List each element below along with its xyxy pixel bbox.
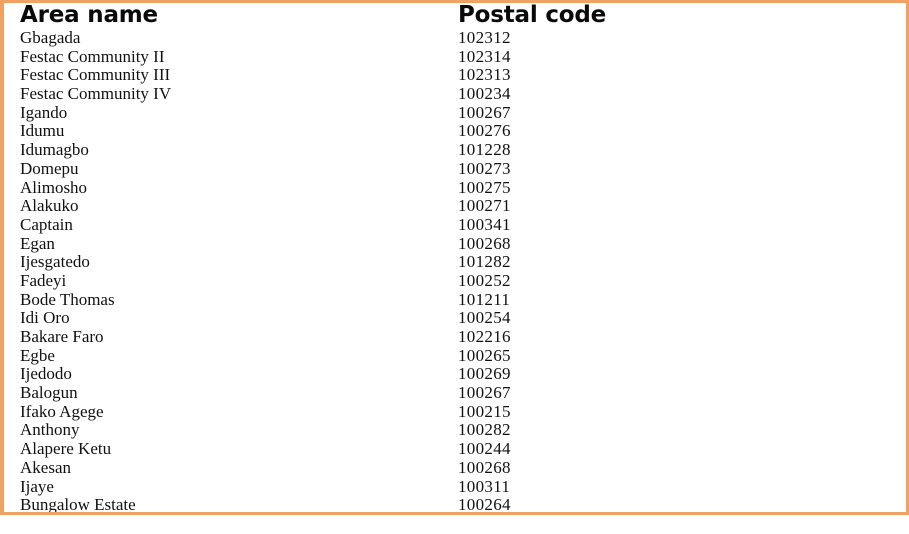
cell-postal-code: 102314 <box>458 46 511 66</box>
table-row: Bungalow Estate 100264 <box>4 495 906 515</box>
table-row: Ifako Agege 100215 <box>4 401 906 422</box>
cell-postal-code: 100267 <box>458 383 511 403</box>
cell-area-name: Alakuko <box>20 196 79 216</box>
cell-area-name: Alimosho <box>20 177 88 197</box>
page-root: Area name Postal code Gbagada 102312 Festa… <box>0 0 909 534</box>
cell-postal-code: 101228 <box>458 140 511 160</box>
cell-area-name: Ijedodo <box>20 364 72 384</box>
cell-postal-code: 100265 <box>458 345 511 365</box>
cell-area-name: Idumagbo <box>20 140 89 160</box>
cell-postal-code: 100268 <box>458 233 511 253</box>
cell-area-name: Ijaye <box>20 476 54 496</box>
cell-area-name: Balogun <box>20 383 78 403</box>
cell-area-name: Bakare Faro <box>20 327 104 346</box>
table-row: Gbagada 102312 <box>4 28 906 48</box>
cell-postal-code: 100269 <box>458 364 511 384</box>
cell-area-name: Captain <box>20 214 73 234</box>
cell-postal-code: 100234 <box>458 84 511 104</box>
cell-postal-code: 100268 <box>458 457 511 477</box>
table-inner: Area name Postal code Gbagada 102312 Festa… <box>4 3 906 512</box>
table-row: Akesan 100268 <box>4 457 906 478</box>
cell-postal-code: 100282 <box>458 420 511 440</box>
cell-postal-code: 101211 <box>458 289 511 309</box>
table-row: Ijesgatedo 101282 <box>4 253 906 272</box>
table-row: Festac Community IV 100234 <box>4 84 906 104</box>
table-row: Idumagbo 101228 <box>4 140 906 160</box>
cell-area-name: Bode Thomas <box>20 289 115 309</box>
table-row: Igando 100267 <box>4 102 906 123</box>
cell-postal-code: 102313 <box>458 65 511 85</box>
postal-code-table-card: Area name Postal code Gbagada 102312 Festa… <box>0 0 909 515</box>
cell-postal-code: 100276 <box>458 121 511 141</box>
table-row: Bakare Faro 102216 <box>4 327 906 347</box>
cell-area-name: Ifako Agege <box>20 401 104 421</box>
cell-postal-code: 100264 <box>458 495 511 515</box>
cell-area-name: Fadeyi <box>20 270 67 290</box>
cell-area-name: Bungalow Estate <box>20 495 136 515</box>
cell-area-name: Gbagada <box>20 28 81 47</box>
table-row: Idumu 100276 <box>4 122 906 141</box>
table-row: Egan 100268 <box>4 233 906 254</box>
cell-postal-code: 100341 <box>458 214 511 234</box>
table-row: Egbe 100265 <box>4 345 906 366</box>
page-margin-below-frame <box>0 515 909 534</box>
table-row: Idi Oro 100254 <box>4 309 906 328</box>
cell-postal-code: 101282 <box>458 252 511 272</box>
table-row: Alakuko 100271 <box>4 196 906 216</box>
cell-area-name: Alapere Ketu <box>20 439 112 459</box>
table-row: Bode Thomas 101211 <box>4 289 906 310</box>
table-row: Festac Community III 102313 <box>4 66 906 85</box>
table-header-row: Area name Postal code <box>4 3 906 30</box>
cell-postal-code: 100275 <box>458 177 511 197</box>
column-header-postal-code: Postal code <box>458 2 607 28</box>
cell-postal-code: 100254 <box>458 308 511 328</box>
cell-area-name: Festac Community II <box>20 46 165 66</box>
table-row: Balogun 100267 <box>4 383 906 403</box>
table-row: Domepu 100273 <box>4 158 906 179</box>
table-row: Alimosho 100275 <box>4 177 906 198</box>
cell-postal-code: 100311 <box>458 476 511 496</box>
table-row: Captain 100341 <box>4 214 906 235</box>
cell-area-name: Idi Oro <box>20 308 70 328</box>
cell-area-name: Idumu <box>20 121 65 141</box>
cell-postal-code: 102216 <box>458 327 511 346</box>
column-header-area-name: Area name <box>20 2 158 28</box>
cell-area-name: Egan <box>20 233 55 253</box>
cell-postal-code: 102312 <box>458 28 511 47</box>
cell-area-name: Ijesgatedo <box>20 252 90 272</box>
cell-area-name: Igando <box>20 102 68 122</box>
table-row: Festac Community II 102314 <box>4 46 906 67</box>
table-row: Fadeyi 100252 <box>4 270 906 291</box>
cell-area-name: Anthony <box>20 420 80 440</box>
cell-postal-code: 100271 <box>458 196 511 216</box>
cell-area-name: Egbe <box>20 345 55 365</box>
table-row: Ijedodo 100269 <box>4 365 906 384</box>
cell-area-name: Festac Community III <box>20 65 171 85</box>
table-row: Anthony 100282 <box>4 421 906 440</box>
table-row: Alapere Ketu 100244 <box>4 439 906 459</box>
cell-postal-code: 100267 <box>458 102 511 122</box>
cell-area-name: Domepu <box>20 158 79 178</box>
cell-area-name: Akesan <box>20 457 71 477</box>
table-body: Gbagada 102312 Festac Community II 102314 Fe… <box>4 28 906 515</box>
cell-postal-code: 100244 <box>458 439 511 459</box>
cell-postal-code: 100252 <box>458 270 511 290</box>
cell-postal-code: 100215 <box>458 401 511 421</box>
cell-postal-code: 100273 <box>458 158 511 178</box>
table-row: Ijaye 100311 <box>4 476 906 497</box>
cell-area-name: Festac Community IV <box>20 84 172 104</box>
